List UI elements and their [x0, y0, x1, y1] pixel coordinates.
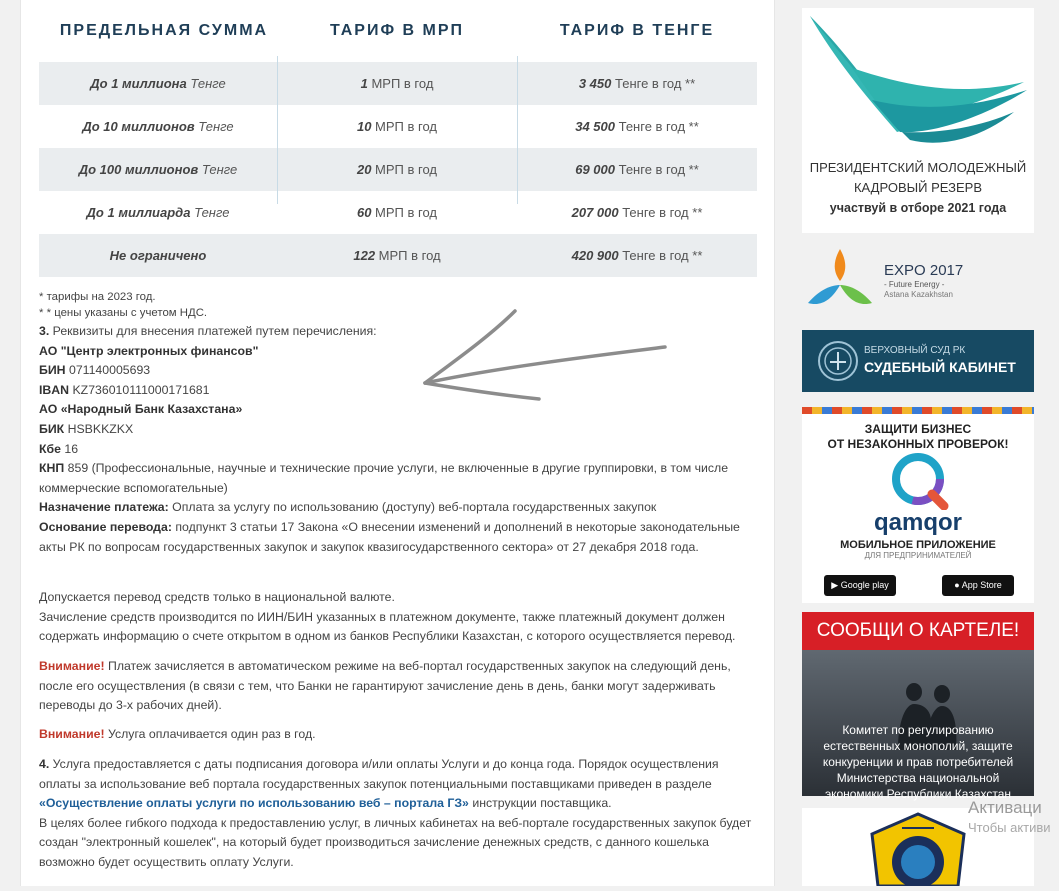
banner-qamqor[interactable]: ЗАЩИТИ БИЗНЕС ОТ НЕЗАКОННЫХ ПРОВЕРОК! qa…: [802, 407, 1034, 603]
mrp-cell: 60 МРП в год: [356, 205, 438, 220]
service-paragraph: 4. Услуга предоставляется с даты подписа…: [39, 755, 759, 873]
tenge-cell: 34 500 Тенге в год **: [575, 119, 699, 134]
iban-value: KZ736010111000171681: [69, 382, 210, 397]
qamqor-app: МОБИЛЬНОЕ ПРИЛОЖЕНИЕ: [840, 539, 996, 551]
payment-instruction-link[interactable]: «Осуществление оплаты услуги по использо…: [39, 796, 469, 810]
header-mrp: ТАРИФ В МРП: [329, 22, 465, 39]
play-icon: ▶: [831, 580, 839, 590]
app-store-button[interactable]: ● App Store: [942, 575, 1014, 596]
knp-value: 859 (Профессиональные, научные и техниче…: [39, 461, 729, 495]
bank-name: АО «Народный Банк Казахстана»: [39, 402, 243, 417]
table-row: Не ограничено 122 МРП в год 420 900 Тенг…: [39, 234, 757, 277]
banner-youth-reserve[interactable]: ПРЕЗИДЕНТСКИЙ МОЛОДЕЖНЫЙ КАДРОВЫЙ РЕЗЕРВ…: [802, 8, 1034, 233]
court-line1: ВЕРХОВНЫЙ СУД РК: [864, 345, 966, 356]
qamqor-for: ДЛЯ ПРЕДПРИНИМАТЕЛЕЙ: [864, 551, 972, 560]
column-divider: [277, 56, 278, 204]
banner-expo-2017[interactable]: EXPO 2017 - Future Energy - Astana Kazak…: [802, 245, 1034, 315]
qamqor-top-line2: ОТ НЕЗАКОННЫХ ПРОВЕРОК!: [827, 437, 1009, 451]
cartel-title: СООБЩИ О КАРТЕЛЕ!: [802, 612, 1034, 650]
limit-cell: До 1 миллиарда Тенге: [86, 205, 230, 220]
main-content: ПРЕДЕЛЬНАЯ СУММА ТАРИФ В МРП ТАРИФ В ТЕН…: [20, 0, 775, 886]
tariff-table-header: ПРЕДЕЛЬНАЯ СУММА ТАРИФ В МРП ТАРИФ В ТЕН…: [39, 0, 757, 62]
warning-label: Внимание!: [39, 659, 105, 673]
tenge-cell: 207 000 Тенге в год **: [571, 205, 703, 220]
reserve-subtitle: участвуй в отборе 2021 года: [829, 201, 1007, 215]
apple-icon: ●: [954, 580, 960, 590]
pattern-stripe: [802, 407, 1034, 414]
tenge-cell: 69 000 Тенге в год **: [575, 162, 699, 177]
table-row: До 1 миллиарда Тенге 60 МРП в год 207 00…: [39, 191, 757, 234]
wallet-paragraph: В целях более гибкого подхода к предоста…: [39, 815, 752, 869]
court-line2: СУДЕБНЫЙ КАБИНЕТ: [864, 359, 1016, 375]
limit-cell: До 1 миллиона Тенге: [90, 76, 226, 91]
reserve-title-line2: КАДРОВЫЙ РЕЗЕРВ: [853, 180, 983, 195]
org-name: АО "Центр электронных финансов": [39, 343, 259, 358]
header-limit: ПРЕДЕЛЬНАЯ СУММА: [59, 22, 269, 39]
table-row: До 100 миллионов Тенге 20 МРП в год 69 0…: [39, 148, 757, 191]
limit-cell: Не ограничено: [109, 248, 207, 263]
expo-city: Astana Kazakhstan: [884, 290, 953, 299]
banner-supreme-court[interactable]: ВЕРХОВНЫЙ СУД РК СУДЕБНЫЙ КАБИНЕТ: [802, 330, 1034, 392]
warning-label: Внимание!: [39, 727, 105, 741]
qamqor-top-line1: ЗАЩИТИ БИЗНЕС: [864, 422, 972, 436]
bin-value: 071140005693: [65, 363, 151, 378]
tenge-cell: 420 900 Тенге в год **: [571, 248, 703, 263]
note-tariff-year: * тарифы на 2023 год.: [39, 291, 156, 303]
column-divider: [517, 56, 518, 204]
mrp-cell: 10 МРП в год: [356, 119, 438, 134]
mrp-cell: 1 МРП в год: [360, 76, 434, 91]
expo-star-icon: [808, 249, 872, 305]
bik-value: HSBKKZKX: [64, 421, 134, 436]
currency-paragraph: Допускается перевод средств только в нац…: [39, 590, 736, 644]
court-emblem-icon: [818, 341, 858, 381]
wings-logo-icon: [810, 16, 1027, 143]
qamqor-magnifier-icon: [892, 453, 949, 511]
table-row: До 10 миллионов Тенге 10 МРП в год 34 50…: [39, 105, 757, 148]
limit-cell: До 100 миллионов Тенге: [78, 162, 238, 177]
qamqor-brand: qamqor: [873, 509, 962, 536]
payment-purpose: Оплата за услугу по использованию (досту…: [168, 500, 657, 515]
kbe-value: 16: [60, 441, 79, 456]
hand-drawn-arrow: [423, 309, 667, 401]
activation-watermark-sub: Чтобы активи: [968, 820, 1051, 835]
table-row: До 1 миллиона Тенге 1 МРП в год 3 450 Те…: [39, 62, 757, 105]
warning-paragraph-2: Внимание! Услуга оплачивается один раз в…: [39, 727, 316, 741]
mrp-cell: 20 МРП в год: [356, 162, 438, 177]
reserve-title-line1: ПРЕЗИДЕНТСКИЙ МОЛОДЕЖНЫЙ: [809, 160, 1027, 175]
banner-cartel[interactable]: СООБЩИ О КАРТЕЛЕ! Комитет по регулирован…: [802, 612, 1034, 801]
expo-title: EXPO 2017: [884, 262, 964, 279]
limit-cell: До 10 миллионов Тенге: [82, 119, 234, 134]
activation-watermark: Активаци: [968, 798, 1042, 817]
header-tenge: ТАРИФ В ТЕНГЕ: [559, 22, 715, 39]
google-play-button[interactable]: ▶ Google play: [824, 575, 896, 596]
warning-paragraph: Внимание! Платеж зачисляется в автоматич…: [39, 659, 731, 713]
expo-subtitle: - Future Energy -: [884, 280, 945, 289]
tenge-cell: 3 450 Тенге в год **: [578, 76, 696, 91]
cartel-text: Комитет по регулированию естественных мо…: [822, 723, 1014, 801]
mrp-cell: 122 МРП в год: [353, 248, 441, 263]
